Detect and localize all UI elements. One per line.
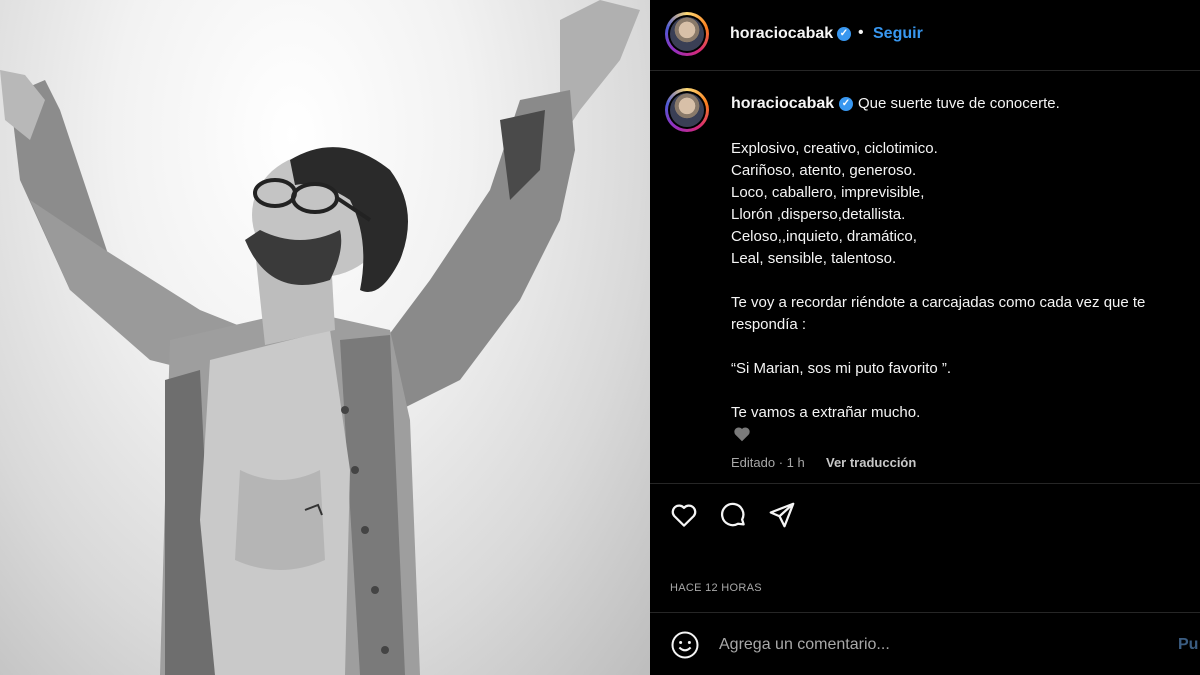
comment-icon[interactable]: [718, 500, 748, 530]
header-divider: [650, 70, 1200, 71]
header-username[interactable]: horaciocabak: [730, 25, 833, 43]
header-dot: •: [858, 24, 864, 41]
post-photo[interactable]: [0, 0, 650, 675]
post-side-panel: horaciocabak ✓ • Seguir horaciocabak ✓ Q…: [650, 0, 1200, 675]
small-heart-icon: [734, 427, 750, 442]
publish-button[interactable]: Pu: [1178, 636, 1198, 654]
verified-badge-icon: ✓: [839, 97, 853, 111]
caption-line: Llorón ,disperso,detallista.: [731, 206, 906, 223]
caption-avatar[interactable]: [665, 88, 709, 132]
edited-label: Editado · 1 h: [731, 455, 805, 470]
caption-line: Leal, sensible, talentoso.: [731, 250, 897, 267]
verified-badge-icon: ✓: [837, 27, 851, 41]
caption-line: Explosivo, creativo, ciclotimico.: [731, 140, 938, 157]
comment-divider: [650, 612, 1200, 613]
caption-divider: [650, 483, 1200, 484]
heart-icon[interactable]: [669, 500, 699, 530]
share-icon[interactable]: [767, 500, 797, 530]
caption-line: Te voy a recordar riéndote a carcajadas …: [731, 294, 1146, 311]
caption-first-line: Que suerte tuve de conocerte.: [858, 95, 1060, 112]
post-timestamp: HACE 12 HORAS: [670, 582, 762, 594]
caption-username[interactable]: horaciocabak: [731, 95, 834, 113]
caption-line: Cariñoso, atento, generoso.: [731, 162, 917, 179]
caption-line: Celoso,,inquieto, dramático,: [731, 228, 917, 245]
comment-input[interactable]: Agrega un comentario...: [719, 636, 890, 654]
caption-line: “Si Marian, sos mi puto favorito ”.: [731, 360, 952, 377]
see-translation-link[interactable]: Ver traducción: [826, 455, 916, 470]
caption-line: Te vamos a extrañar mucho.: [731, 404, 921, 421]
caption-line: respondía :: [731, 316, 807, 333]
header-avatar[interactable]: [665, 12, 709, 56]
caption-line: Loco, caballero, imprevisible,: [731, 184, 925, 201]
emoji-icon[interactable]: [670, 630, 700, 660]
photo-illustration: [0, 0, 640, 675]
follow-button[interactable]: Seguir: [873, 25, 923, 43]
